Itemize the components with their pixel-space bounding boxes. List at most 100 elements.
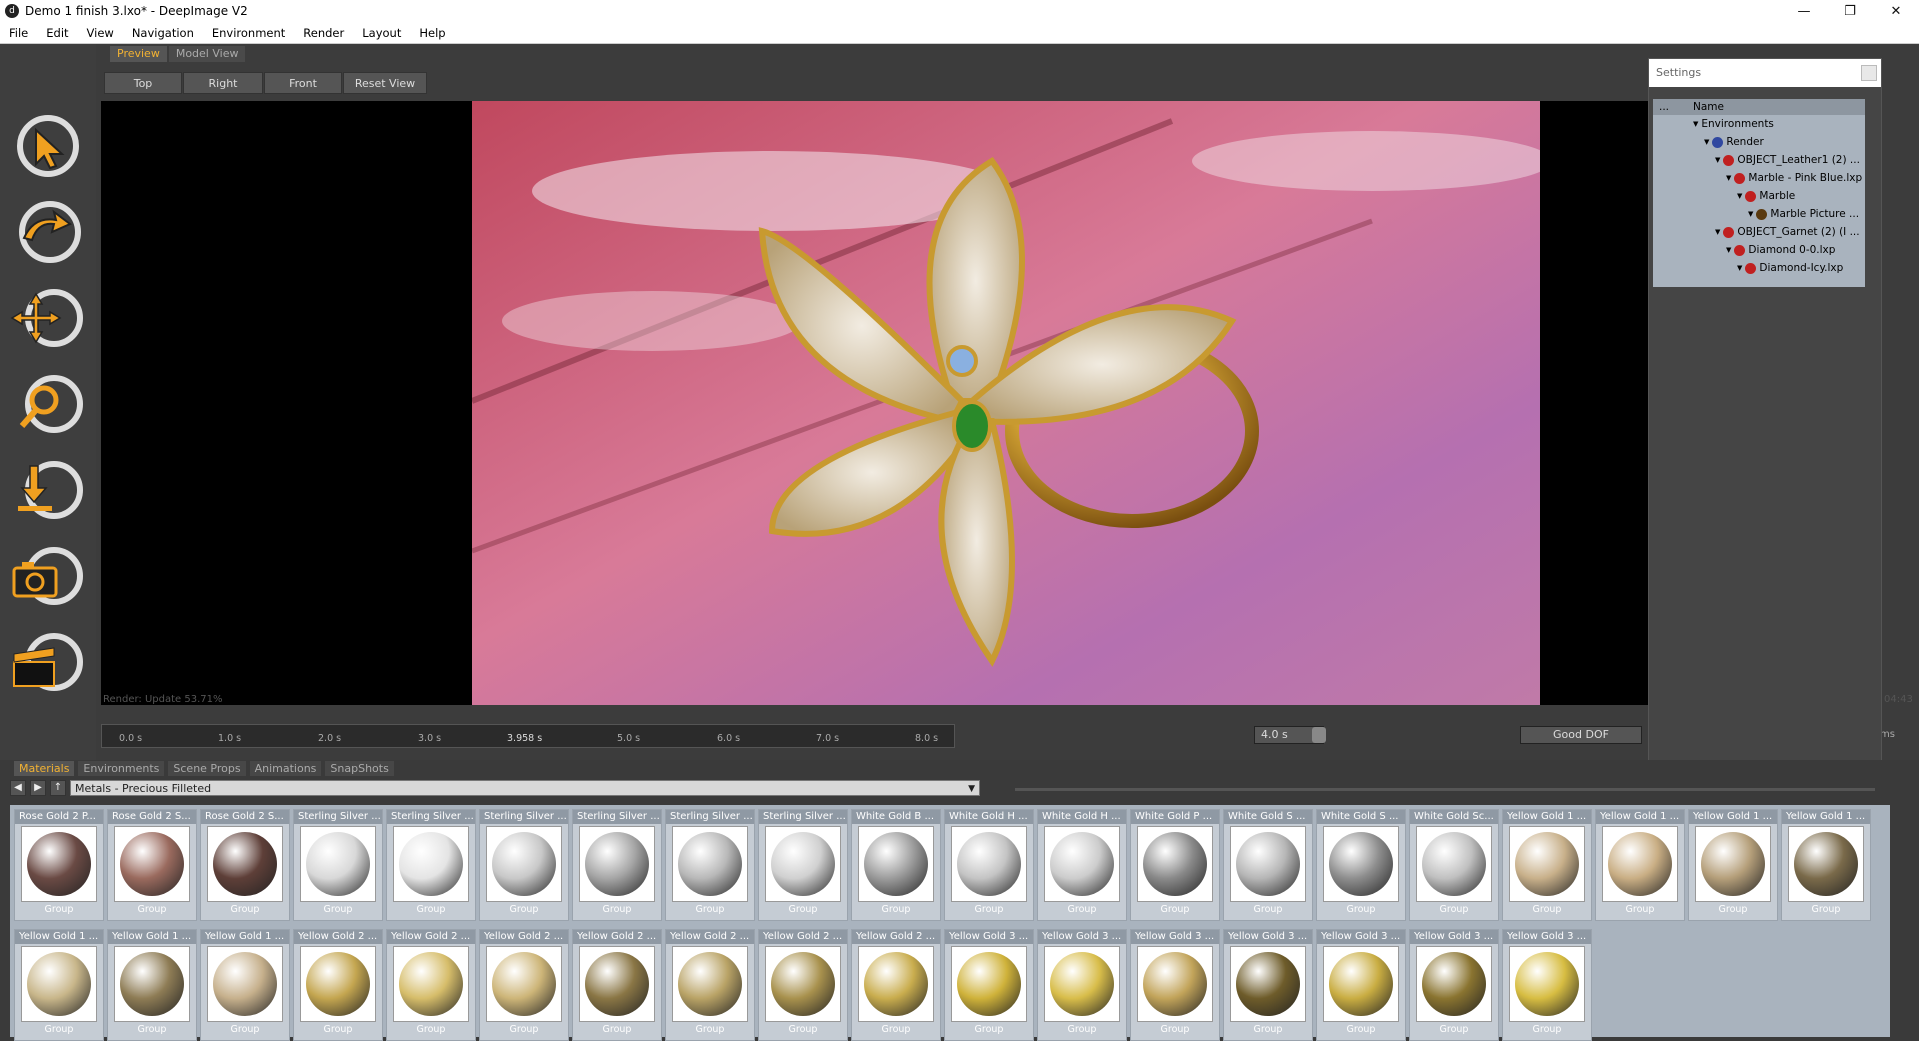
- menu-file[interactable]: File: [0, 26, 37, 40]
- menu-navigation[interactable]: Navigation: [123, 26, 203, 40]
- drop-tool-icon[interactable]: [10, 452, 88, 530]
- material-tile[interactable]: Yellow Gold 2 ... Group: [572, 929, 662, 1041]
- material-tile[interactable]: White Gold Sc... Group: [1409, 809, 1499, 921]
- menu-environment[interactable]: Environment: [203, 26, 294, 40]
- material-tile[interactable]: White Gold B ... Group: [851, 809, 941, 921]
- tool-palette: [0, 44, 96, 762]
- quality-dropdown[interactable]: Good DOF: [1520, 726, 1642, 744]
- material-tile[interactable]: Yellow Gold 3 ... Group: [1409, 929, 1499, 1041]
- material-tile[interactable]: Yellow Gold 2 ... Group: [386, 929, 476, 1041]
- front-view-button[interactable]: Front: [264, 72, 342, 94]
- tree-options-column[interactable]: ...: [1653, 101, 1693, 113]
- forward-button[interactable]: ▶: [30, 780, 46, 796]
- tab-animations[interactable]: Animations: [249, 761, 322, 776]
- library-dropdown[interactable]: Metals - Precious Filleted ▼: [70, 780, 980, 796]
- menu-help[interactable]: Help: [410, 26, 454, 40]
- thumbnail-size-slider[interactable]: [1015, 788, 1875, 791]
- material-tile[interactable]: White Gold P ... Group: [1130, 809, 1220, 921]
- tree-item[interactable]: ▼ Render: [1653, 133, 1865, 151]
- tree-item[interactable]: ▼ OBJECT_Leather1 (2) ...: [1653, 151, 1865, 169]
- material-label: White Gold Sc...: [1410, 810, 1498, 824]
- tab-materials[interactable]: Materials: [14, 761, 75, 776]
- menu-edit[interactable]: Edit: [37, 26, 77, 40]
- expand-arrow-icon[interactable]: ▼: [1715, 228, 1720, 236]
- expand-arrow-icon[interactable]: ▼: [1704, 138, 1709, 146]
- material-tile[interactable]: Yellow Gold 3 ... Group: [1316, 929, 1406, 1041]
- menu-view[interactable]: View: [78, 26, 123, 40]
- reset-view-button[interactable]: Reset View: [343, 72, 427, 94]
- tree-item[interactable]: ▼ Diamond-Icy.lxp: [1653, 259, 1865, 277]
- restore-button[interactable]: ❐: [1827, 0, 1873, 22]
- overflow-label[interactable]: ms: [1880, 729, 1895, 740]
- material-tile[interactable]: Sterling Silver ... Group: [386, 809, 476, 921]
- tab-snapshots[interactable]: SnapShots: [325, 761, 394, 776]
- settings-close-button[interactable]: [1861, 65, 1877, 81]
- back-button[interactable]: ◀: [10, 780, 26, 796]
- expand-arrow-icon[interactable]: ▼: [1726, 174, 1731, 182]
- right-view-button[interactable]: Right: [183, 72, 263, 94]
- material-tile[interactable]: Yellow Gold 3 ... Group: [944, 929, 1034, 1041]
- tab-model-view[interactable]: Model View: [168, 46, 246, 62]
- material-tile[interactable]: Rose Gold 2 S... Group: [107, 809, 197, 921]
- material-tile[interactable]: Yellow Gold 1 ... Group: [14, 929, 104, 1041]
- material-tile[interactable]: White Gold S ... Group: [1316, 809, 1406, 921]
- material-tile[interactable]: Yellow Gold 2 ... Group: [851, 929, 941, 1041]
- render-preview-image[interactable]: [472, 101, 1540, 705]
- material-tile[interactable]: Rose Gold 2 P... Group: [14, 809, 104, 921]
- up-folder-button[interactable]: ↑: [50, 780, 66, 796]
- material-tile[interactable]: White Gold H ... Group: [944, 809, 1034, 921]
- material-tile[interactable]: Sterling Silver ... Group: [293, 809, 383, 921]
- tree-item[interactable]: ▼ Marble - Pink Blue.lxp: [1653, 169, 1865, 187]
- expand-arrow-icon[interactable]: ▼: [1748, 210, 1753, 218]
- material-tile[interactable]: Yellow Gold 3 ... Group: [1037, 929, 1127, 1041]
- menu-render[interactable]: Render: [294, 26, 353, 40]
- duration-spinner[interactable]: [1312, 727, 1326, 743]
- tree-item[interactable]: ▼ Environments: [1653, 115, 1865, 133]
- top-view-button[interactable]: Top: [104, 72, 182, 94]
- tree-item[interactable]: ▼ OBJECT_Garnet (2) (I ...: [1653, 223, 1865, 241]
- material-tile[interactable]: Sterling Silver ... Group: [572, 809, 662, 921]
- material-tile[interactable]: Yellow Gold 3 ... Group: [1502, 929, 1592, 1041]
- tab-preview[interactable]: Preview: [110, 46, 167, 62]
- tree-item[interactable]: ▼ Diamond 0-0.lxp: [1653, 241, 1865, 259]
- vertical-scrollbar[interactable]: [1905, 805, 1919, 1037]
- minimize-button[interactable]: —: [1781, 0, 1827, 22]
- material-tile[interactable]: Yellow Gold 2 ... Group: [479, 929, 569, 1041]
- clapper-tool-icon[interactable]: [10, 624, 88, 702]
- material-tile[interactable]: Yellow Gold 3 ... Group: [1223, 929, 1313, 1041]
- expand-arrow-icon[interactable]: ▼: [1726, 246, 1731, 254]
- material-tile[interactable]: Yellow Gold 1 ... Group: [1502, 809, 1592, 921]
- camera-tool-icon[interactable]: [10, 538, 88, 616]
- material-tile[interactable]: Yellow Gold 1 ... Group: [1595, 809, 1685, 921]
- material-tile[interactable]: Sterling Silver ... Group: [479, 809, 569, 921]
- zoom-tool-icon[interactable]: [10, 366, 88, 444]
- material-swatch: [672, 826, 748, 902]
- expand-arrow-icon[interactable]: ▼: [1737, 192, 1742, 200]
- material-tile[interactable]: Yellow Gold 2 ... Group: [293, 929, 383, 1041]
- material-tile[interactable]: Yellow Gold 2 ... Group: [665, 929, 755, 1041]
- tree-item[interactable]: ▼ Marble Picture ...: [1653, 205, 1865, 223]
- material-tile[interactable]: White Gold S ... Group: [1223, 809, 1313, 921]
- material-tile[interactable]: Rose Gold 2 S... Group: [200, 809, 290, 921]
- expand-arrow-icon[interactable]: ▼: [1693, 120, 1698, 128]
- material-tile[interactable]: Yellow Gold 3 ... Group: [1130, 929, 1220, 1041]
- material-tile[interactable]: Yellow Gold 1 ... Group: [200, 929, 290, 1041]
- material-tile[interactable]: Yellow Gold 1 ... Group: [1781, 809, 1871, 921]
- select-tool-icon[interactable]: [10, 108, 88, 186]
- material-tile[interactable]: Yellow Gold 2 ... Group: [758, 929, 848, 1041]
- menu-layout[interactable]: Layout: [353, 26, 410, 40]
- material-tile[interactable]: Sterling Silver ... Group: [665, 809, 755, 921]
- material-tile[interactable]: Sterling Silver ... Group: [758, 809, 848, 921]
- tab-scene-props[interactable]: Scene Props: [168, 761, 246, 776]
- expand-arrow-icon[interactable]: ▼: [1737, 264, 1742, 272]
- material-tile[interactable]: Yellow Gold 1 ... Group: [1688, 809, 1778, 921]
- material-tile[interactable]: White Gold H ... Group: [1037, 809, 1127, 921]
- rotate-tool-icon[interactable]: [10, 194, 88, 272]
- timeline-scrubber[interactable]: 0.0 s 1.0 s 2.0 s 3.0 s 3.958 s 5.0 s 6.…: [101, 724, 955, 748]
- tab-environments[interactable]: Environments: [78, 761, 165, 776]
- tree-item[interactable]: ▼ Marble: [1653, 187, 1865, 205]
- move-tool-icon[interactable]: [10, 280, 88, 358]
- expand-arrow-icon[interactable]: ▼: [1715, 156, 1720, 164]
- material-tile[interactable]: Yellow Gold 1 ... Group: [107, 929, 197, 1041]
- close-button[interactable]: ✕: [1873, 0, 1919, 22]
